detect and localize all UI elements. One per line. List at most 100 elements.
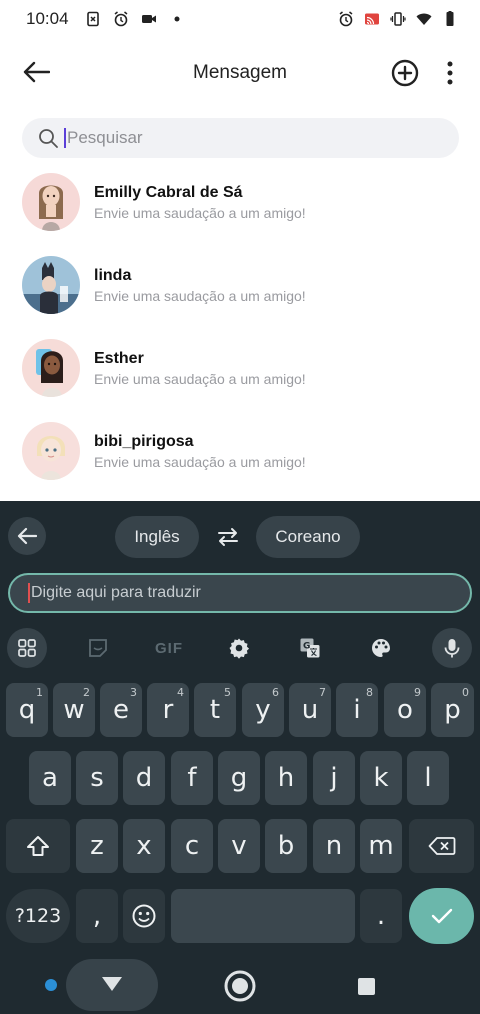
palette-icon [372, 639, 390, 657]
voice-input-button[interactable] [432, 628, 472, 668]
key-q[interactable]: q1 [6, 683, 48, 737]
contact-text: linda Envie uma saudação a um amigo! [94, 267, 306, 304]
contact-text: Esther Envie uma saudação a um amigo! [94, 350, 306, 387]
home-icon [232, 978, 248, 994]
translate-bar: Inglês Coreano [0, 515, 480, 559]
contact-subtitle: Envie uma saudação a um amigo! [94, 453, 306, 470]
svg-text:G: G [303, 642, 310, 652]
period-key[interactable]: . [360, 889, 402, 943]
alarm-icon [338, 11, 354, 27]
key-g[interactable]: g [218, 751, 260, 805]
backspace-key[interactable] [409, 819, 474, 873]
sticker-button[interactable] [78, 628, 118, 668]
key-e[interactable]: e3 [100, 683, 142, 737]
avatar [22, 422, 80, 480]
contact-subtitle: Envie uma saudação a um amigo! [94, 287, 306, 304]
contact-item[interactable]: Esther Envie uma saudação a um amigo! [0, 330, 480, 406]
battery-icon [442, 11, 458, 27]
shift-key[interactable] [6, 819, 70, 873]
vibrate-icon [390, 11, 406, 27]
wifi-icon [416, 11, 432, 27]
key-s[interactable]: s [76, 751, 118, 805]
comma-key[interactable]: , [76, 889, 118, 943]
plus-circle-icon [391, 59, 419, 87]
backspace-icon [428, 837, 455, 855]
enter-key[interactable] [409, 888, 474, 944]
contact-text: Emilly Cabral de Sá Envie uma saudação a… [94, 184, 306, 221]
new-message-button[interactable] [388, 56, 422, 90]
notification-dot-icon [169, 11, 185, 27]
key-h[interactable]: h [265, 751, 307, 805]
search-placeholder: Pesquisar [67, 128, 143, 147]
contact-name: Esther [94, 349, 144, 367]
cast-icon [364, 11, 380, 27]
more-options-button[interactable] [438, 56, 462, 90]
arrow-left-icon [17, 527, 37, 545]
key-l[interactable]: l [407, 751, 449, 805]
video-camera-icon [141, 11, 157, 27]
key-d[interactable]: d [123, 751, 165, 805]
gear-icon [229, 638, 250, 659]
status-left-icons [85, 11, 185, 27]
key-x[interactable]: x [123, 819, 165, 873]
key-o[interactable]: o9 [384, 683, 426, 737]
app-bar: Mensagem [0, 38, 480, 106]
status-bar: 10:04 [0, 0, 480, 38]
contact-text: bibi_pirigosa Envie uma saudação a um am… [94, 433, 306, 470]
contact-name: bibi_pirigosa [94, 432, 194, 450]
contact-item[interactable]: linda Envie uma saudação a um amigo! [0, 247, 480, 323]
translate-input[interactable]: Digite aqui para traduzir [8, 573, 472, 613]
key-v[interactable]: v [218, 819, 260, 873]
translate-back-button[interactable] [8, 517, 46, 555]
status-right-icons [338, 11, 458, 27]
source-language-button[interactable]: Inglês [115, 516, 199, 558]
status-time: 10:04 [26, 9, 69, 28]
key-a[interactable]: a [29, 751, 71, 805]
key-w[interactable]: w2 [53, 683, 95, 737]
settings-button[interactable] [219, 628, 259, 668]
search-icon [39, 129, 58, 148]
key-y[interactable]: y6 [242, 683, 284, 737]
file-x-icon [85, 11, 101, 27]
apps-grid-button[interactable] [7, 628, 47, 668]
target-language-button[interactable]: Coreano [256, 516, 360, 558]
contact-item[interactable]: Emilly Cabral de Sá Envie uma saudação a… [0, 164, 480, 240]
avatar [22, 256, 80, 314]
key-f[interactable]: f [171, 751, 213, 805]
theme-button[interactable] [361, 628, 401, 668]
microphone-icon [444, 639, 460, 658]
key-u[interactable]: u7 [289, 683, 331, 737]
search-input[interactable]: Pesquisar [22, 118, 459, 158]
emoji-key[interactable] [123, 889, 165, 943]
swap-languages-icon[interactable] [215, 527, 241, 547]
key-p[interactable]: p0 [431, 683, 474, 737]
translate-placeholder: Digite aqui para traduzir [31, 584, 201, 601]
recents-button[interactable] [358, 978, 375, 995]
symbols-key[interactable]: ?123 [6, 889, 70, 943]
check-icon [431, 908, 452, 924]
translate-icon: G [300, 638, 320, 658]
key-r[interactable]: r4 [147, 683, 189, 737]
key-n[interactable]: n [313, 819, 355, 873]
key-b[interactable]: b [265, 819, 307, 873]
text-cursor [28, 583, 30, 603]
key-i[interactable]: i8 [336, 683, 378, 737]
key-k[interactable]: k [360, 751, 402, 805]
key-t[interactable]: t5 [194, 683, 236, 737]
keyboard-indicator-dot [45, 979, 57, 991]
key-z[interactable]: z [76, 819, 118, 873]
key-j[interactable]: j [313, 751, 355, 805]
space-key[interactable] [171, 889, 355, 943]
key-m[interactable]: m [360, 819, 402, 873]
keyboard: Inglês Coreano Digite aqui para traduzir… [0, 501, 480, 1014]
translate-button[interactable]: G [290, 628, 330, 668]
keyboard-toolbar: GIF G [0, 628, 480, 668]
contact-item[interactable]: bibi_pirigosa Envie uma saudação a um am… [0, 413, 480, 489]
text-cursor [64, 128, 66, 148]
avatar [22, 173, 80, 231]
sticker-icon [89, 639, 107, 657]
key-c[interactable]: c [171, 819, 213, 873]
navigation-bar [0, 953, 480, 1014]
gif-button[interactable]: GIF [148, 628, 190, 668]
alarm-icon [113, 11, 129, 27]
